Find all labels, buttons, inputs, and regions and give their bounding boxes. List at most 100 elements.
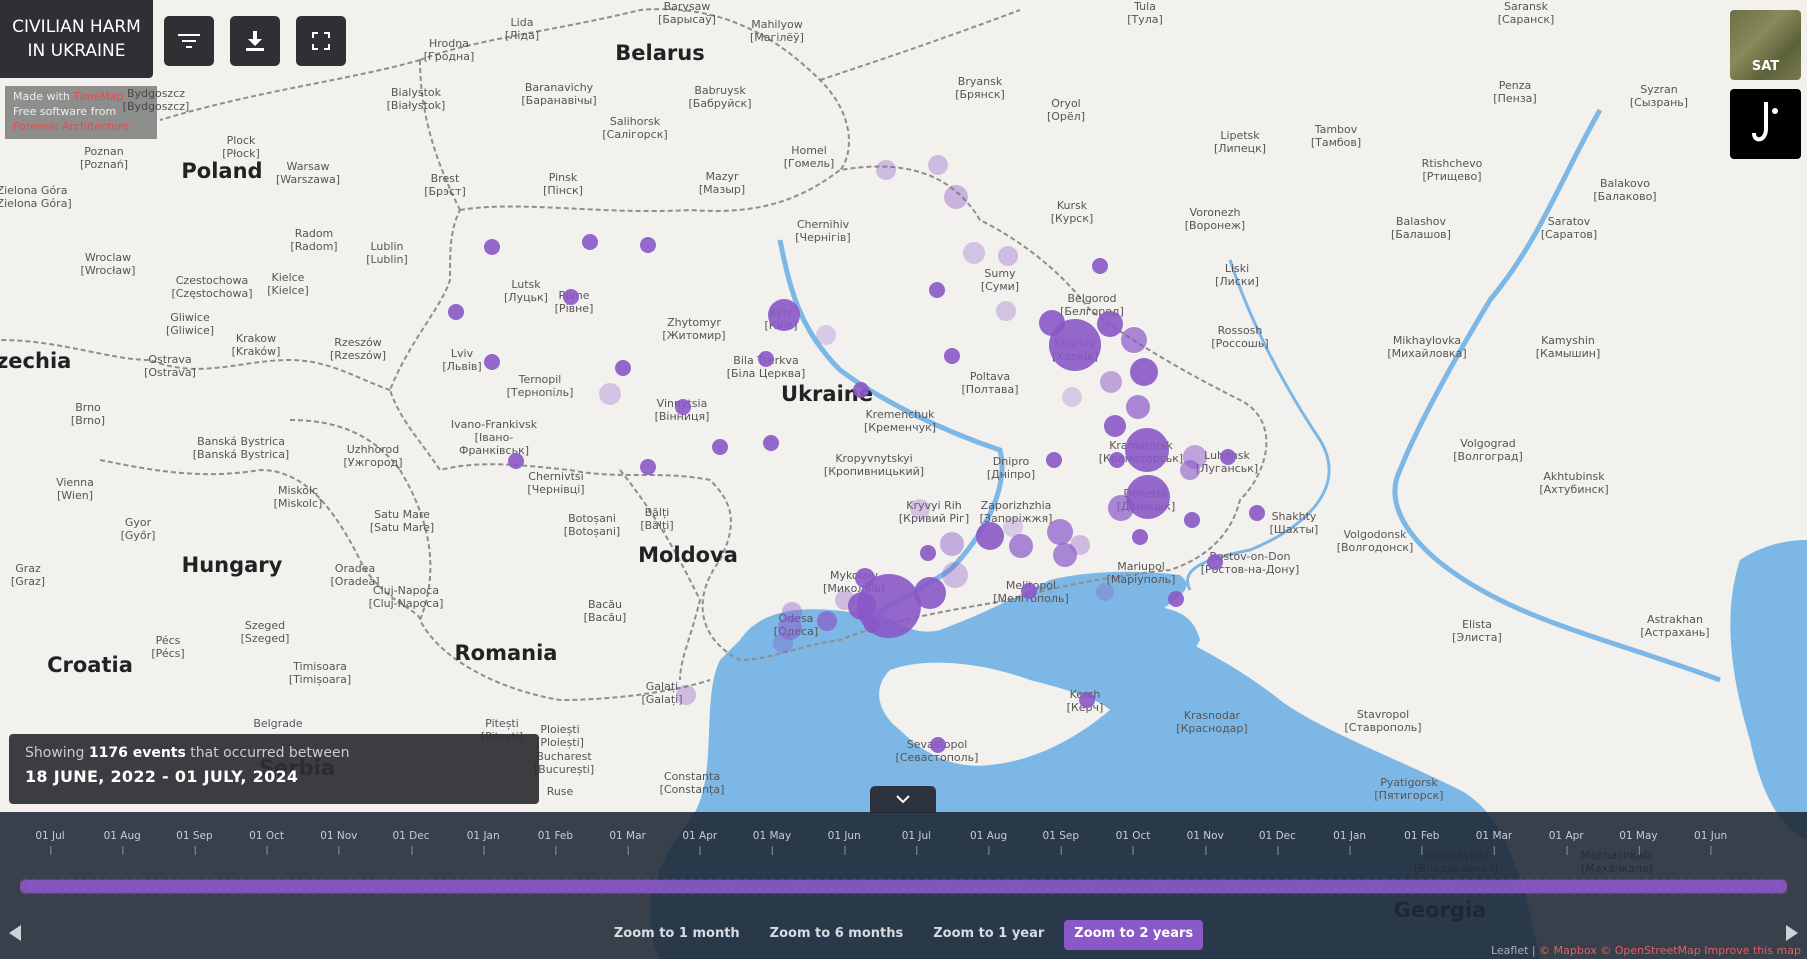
event-marker[interactable]: [853, 382, 869, 398]
timeline-tick-label: 01 Jul: [901, 830, 932, 855]
event-marker[interactable]: [1009, 534, 1033, 558]
event-marker[interactable]: [1109, 452, 1125, 468]
event-marker[interactable]: [675, 399, 691, 415]
city-label: Shakhty [Шахты]: [1270, 510, 1319, 536]
fullscreen-button[interactable]: [296, 16, 346, 66]
event-marker[interactable]: [1092, 258, 1108, 274]
city-label: Kropyvnytskyi [Кропивницький]: [824, 452, 924, 478]
event-marker[interactable]: [1130, 358, 1158, 386]
forensic-architecture-link[interactable]: Forensic Architecture: [13, 119, 149, 134]
event-marker[interactable]: [484, 354, 500, 370]
event-marker[interactable]: [944, 348, 960, 364]
event-marker[interactable]: [1053, 543, 1077, 567]
event-count-text: Showing 1176 events that occurred betwee…: [25, 745, 350, 761]
timeline-event-band[interactable]: [20, 878, 1787, 895]
event-marker[interactable]: [1121, 327, 1147, 353]
event-marker[interactable]: [484, 239, 500, 255]
event-marker[interactable]: [1108, 495, 1134, 521]
event-marker[interactable]: [640, 237, 656, 253]
timeline-tick-label: 01 Jul: [35, 830, 65, 855]
event-marker[interactable]: [835, 590, 855, 610]
event-marker[interactable]: [1047, 519, 1073, 545]
city-label: Pinsk [Пінск]: [543, 171, 583, 197]
event-marker[interactable]: [615, 360, 631, 376]
event-marker[interactable]: [929, 282, 945, 298]
city-label: Chernivtsi [Чернівці]: [527, 470, 584, 496]
event-marker[interactable]: [976, 522, 1004, 550]
city-label: Kamyshin [Камышин]: [1536, 334, 1601, 360]
timeline-tick-label: 01 Apr: [1548, 830, 1584, 855]
event-marker[interactable]: [1096, 583, 1114, 601]
collapse-timeline-button[interactable]: [870, 786, 936, 813]
city-label: Kielce [Kielce]: [267, 271, 309, 297]
timeline-forward-button[interactable]: [1786, 925, 1798, 941]
city-label: Czestochowa [Częstochowa]: [171, 274, 252, 300]
event-marker[interactable]: [640, 459, 656, 475]
event-marker[interactable]: [1021, 583, 1037, 599]
event-marker[interactable]: [773, 633, 793, 653]
event-marker[interactable]: [1125, 428, 1169, 472]
city-label: Kryvyi Rih [Кривий Ріг]: [899, 499, 969, 525]
city-label: Salihorsk [Салігорск]: [602, 115, 667, 141]
event-marker[interactable]: [1132, 529, 1148, 545]
event-marker[interactable]: [448, 304, 464, 320]
event-marker[interactable]: [1062, 387, 1082, 407]
event-marker[interactable]: [1249, 505, 1265, 521]
timemap-link[interactable]: TimeMap: [73, 90, 123, 103]
event-marker[interactable]: [1168, 591, 1184, 607]
event-marker[interactable]: [1046, 452, 1062, 468]
event-marker[interactable]: [996, 301, 1016, 321]
event-marker[interactable]: [942, 562, 968, 588]
event-marker[interactable]: [940, 532, 964, 556]
timeline-tick-label: 01 Mar: [609, 830, 646, 855]
city-label: Poznan [Poznań]: [80, 145, 128, 171]
event-marker[interactable]: [930, 737, 946, 753]
city-label: Bryansk [Брянск]: [955, 75, 1005, 101]
event-marker[interactable]: [582, 234, 598, 250]
event-marker[interactable]: [920, 545, 936, 561]
event-marker[interactable]: [914, 577, 946, 609]
event-marker[interactable]: [1049, 319, 1101, 371]
event-marker[interactable]: [998, 246, 1018, 266]
event-marker[interactable]: [1207, 554, 1223, 570]
event-marker[interactable]: [963, 242, 985, 264]
event-marker[interactable]: [928, 155, 948, 175]
timeline-tick-label: 01 Feb: [1404, 830, 1440, 855]
event-marker[interactable]: [876, 160, 896, 180]
event-marker[interactable]: [676, 685, 696, 705]
event-marker[interactable]: [1104, 415, 1126, 437]
event-marker[interactable]: [1079, 692, 1095, 708]
zoom-button[interactable]: Zoom to 2 years: [1064, 920, 1204, 950]
zoom-button[interactable]: Zoom to 6 months: [760, 920, 914, 950]
event-marker[interactable]: [712, 439, 728, 455]
city-label: Oryol [Орёл]: [1047, 97, 1085, 123]
event-marker[interactable]: [1097, 311, 1123, 337]
event-marker[interactable]: [508, 453, 524, 469]
event-marker[interactable]: [1126, 395, 1150, 419]
event-marker[interactable]: [758, 351, 774, 367]
zoom-button[interactable]: Zoom to 1 month: [604, 920, 750, 950]
download-button[interactable]: [230, 16, 280, 66]
credits-box: Made with TimeMap Free software from For…: [5, 86, 157, 139]
timeline-tick-label: 01 Sep: [1042, 830, 1080, 855]
info-button[interactable]: [1730, 89, 1801, 159]
event-marker[interactable]: [1100, 371, 1122, 393]
event-marker[interactable]: [1220, 449, 1236, 465]
event-marker[interactable]: [817, 611, 837, 631]
event-marker[interactable]: [864, 617, 880, 633]
timeline-tick-label: 01 Dec: [1258, 830, 1296, 855]
timeline-panel[interactable]: 01 Jul 01 Aug 01 Sep 01 Oct 01 Nov 01 Dec 01 J…: [0, 812, 1807, 959]
filter-button[interactable]: [164, 16, 214, 66]
zoom-button[interactable]: Zoom to 1 year: [923, 920, 1054, 950]
event-marker[interactable]: [944, 185, 968, 209]
event-marker[interactable]: [1180, 460, 1200, 480]
event-marker[interactable]: [816, 325, 836, 345]
event-marker[interactable]: [910, 499, 930, 519]
event-marker[interactable]: [768, 299, 800, 331]
event-marker[interactable]: [1184, 512, 1200, 528]
satellite-toggle-button[interactable]: SAT: [1730, 10, 1801, 80]
event-marker[interactable]: [1003, 517, 1023, 537]
event-marker[interactable]: [599, 383, 621, 405]
event-marker[interactable]: [763, 435, 779, 451]
event-marker[interactable]: [563, 289, 579, 305]
